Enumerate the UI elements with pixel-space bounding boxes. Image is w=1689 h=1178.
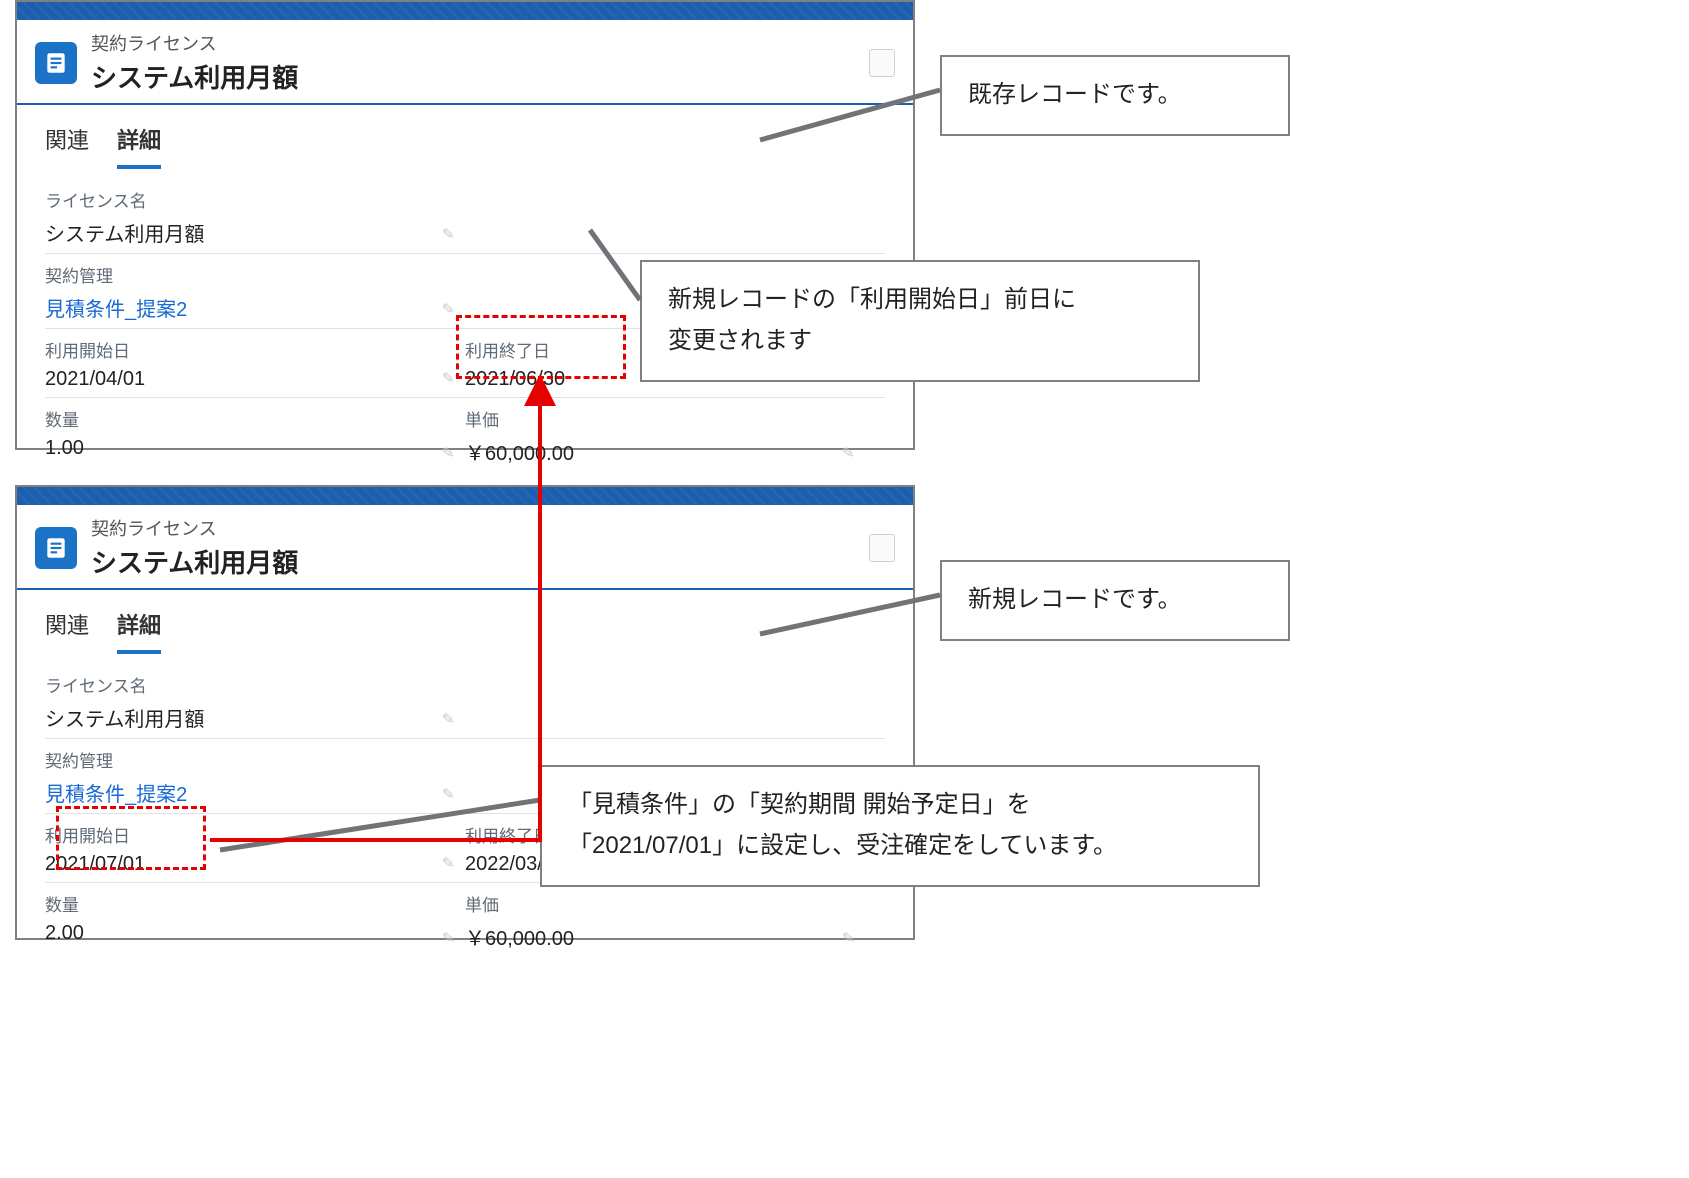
field-quantity: 数量 1.00 ✎	[45, 406, 465, 466]
edit-pencil-icon[interactable]: ✎	[842, 443, 856, 462]
value-quantity: 1.00	[45, 437, 465, 460]
value-license-name: システム利用月額	[45, 703, 465, 732]
header-action-stub[interactable]	[869, 534, 895, 562]
value-quantity: 2.00	[45, 922, 465, 945]
edit-pencil-icon[interactable]: ✎	[442, 928, 456, 947]
detail-tabs: 関連 詳細	[17, 590, 913, 654]
entity-label: 契約ライセンス	[91, 30, 298, 56]
label-quantity: 数量	[45, 891, 465, 916]
field-unit-price: 単価 ￥60,000.00 ✎	[465, 891, 865, 951]
edit-pencil-icon[interactable]: ✎	[442, 224, 456, 243]
edit-pencil-icon[interactable]: ✎	[442, 443, 456, 462]
tab-detail[interactable]: 詳細	[117, 123, 161, 169]
tab-related[interactable]: 関連	[45, 123, 89, 169]
callout-end-date-change: 新規レコードの「利用開始日」前日に変更されます	[640, 260, 1200, 382]
edit-pencil-icon[interactable]: ✎	[442, 784, 456, 803]
label-quantity: 数量	[45, 406, 465, 431]
highlight-start-date-new	[56, 806, 206, 870]
detail-tabs: 関連 詳細	[17, 105, 913, 169]
value-license-name: システム利用月額	[45, 218, 465, 247]
value-unit-price: ￥60,000.00	[465, 437, 865, 466]
field-license-name: ライセンス名 システム利用月額 ✎	[45, 672, 465, 732]
header-action-stub[interactable]	[869, 49, 895, 77]
window-titlebar	[17, 2, 913, 20]
callout-existing-record: 既存レコードです。	[940, 55, 1290, 136]
field-unit-price: 単価 ￥60,000.00 ✎	[465, 406, 865, 466]
value-contract[interactable]: 見積条件_提案2	[45, 778, 465, 807]
highlight-end-date-existing	[456, 315, 626, 379]
panel-existing-record: 契約ライセンス システム利用月額 関連 詳細 ライセンス名 システム利用月額 ✎…	[15, 0, 915, 450]
edit-pencil-icon[interactable]: ✎	[442, 368, 456, 387]
value-unit-price: ￥60,000.00	[465, 922, 865, 951]
field-start-date: 利用開始日 2021/04/01 ✎	[45, 337, 465, 391]
tab-detail[interactable]: 詳細	[117, 608, 161, 654]
record-header: 契約ライセンス システム利用月額	[17, 505, 913, 590]
edit-pencil-icon[interactable]: ✎	[442, 709, 456, 728]
entity-label: 契約ライセンス	[91, 515, 298, 541]
field-contract: 契約管理 見積条件_提案2 ✎	[45, 262, 465, 322]
tab-related[interactable]: 関連	[45, 608, 89, 654]
callout-new-record: 新規レコードです。	[940, 560, 1290, 641]
label-license-name: ライセンス名	[45, 187, 465, 212]
record-title: システム利用月額	[91, 543, 298, 580]
label-contract: 契約管理	[45, 262, 465, 287]
document-icon	[43, 50, 69, 76]
window-titlebar	[17, 487, 913, 505]
field-contract: 契約管理 見積条件_提案2 ✎	[45, 747, 465, 807]
label-start-date: 利用開始日	[45, 337, 465, 362]
label-unit-price: 単価	[465, 891, 865, 916]
field-license-name: ライセンス名 システム利用月額 ✎	[45, 187, 465, 247]
callout-estimate-condition: 「見積条件」の「契約期間 開始予定日」を「2021/07/01」に設定し、受注確…	[540, 765, 1260, 887]
document-icon	[43, 535, 69, 561]
label-contract: 契約管理	[45, 747, 465, 772]
edit-pencil-icon[interactable]: ✎	[442, 853, 456, 872]
record-header: 契約ライセンス システム利用月額	[17, 20, 913, 105]
label-unit-price: 単価	[465, 406, 865, 431]
entity-icon	[35, 42, 77, 84]
edit-pencil-icon[interactable]: ✎	[842, 928, 856, 947]
value-contract[interactable]: 見積条件_提案2	[45, 293, 465, 322]
edit-pencil-icon[interactable]: ✎	[442, 299, 456, 318]
entity-icon	[35, 527, 77, 569]
label-license-name: ライセンス名	[45, 672, 465, 697]
value-start-date: 2021/04/01	[45, 368, 465, 391]
canvas: 契約ライセンス システム利用月額 関連 詳細 ライセンス名 システム利用月額 ✎…	[0, 0, 1689, 1178]
record-title: システム利用月額	[91, 58, 298, 95]
field-quantity: 数量 2.00 ✎	[45, 891, 465, 951]
